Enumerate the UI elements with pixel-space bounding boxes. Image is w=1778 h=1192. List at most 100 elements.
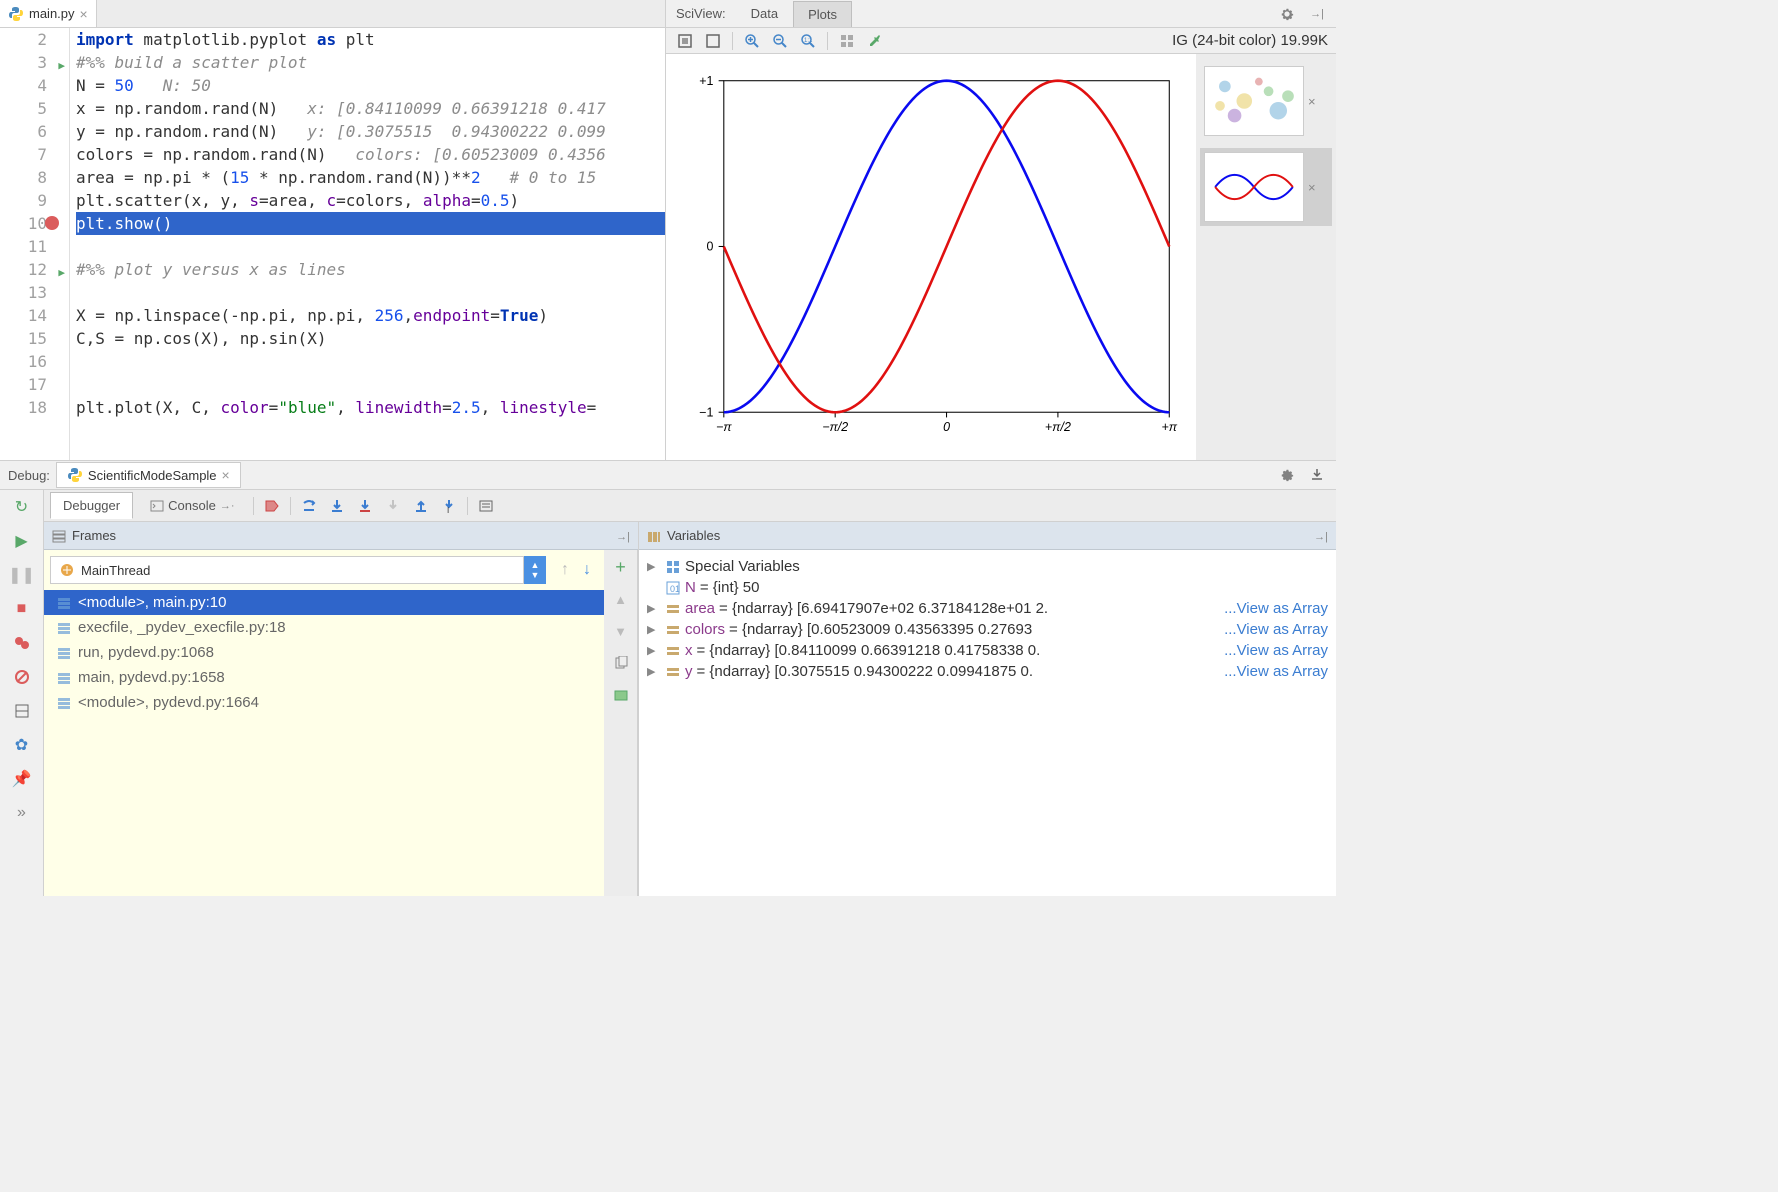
special-variables[interactable]: ▶Special Variables <box>643 556 1332 577</box>
variable-row[interactable]: ▶y = {ndarray} [0.3075515 0.94300222 0.0… <box>643 661 1332 682</box>
svg-text:1:1: 1:1 <box>804 38 813 44</box>
rerun-icon[interactable]: ↻ <box>11 496 33 518</box>
watch-icon[interactable] <box>610 684 632 706</box>
svg-text:+π/2: +π/2 <box>1045 420 1071 434</box>
variable-row[interactable]: ▶x = {ndarray} [0.84110099 0.66391218 0.… <box>643 640 1332 661</box>
python-icon <box>67 467 83 483</box>
step-out-icon[interactable] <box>409 494 433 518</box>
svg-text:I: I <box>447 506 449 514</box>
hide-icon[interactable] <box>1314 528 1328 543</box>
force-step-into-icon[interactable] <box>381 494 405 518</box>
view-as-array-link[interactable]: ...View as Array <box>1224 600 1328 617</box>
debug-sidebar: ↻ ▶ ❚❚ ■ ✿ 📌 » <box>0 490 44 896</box>
svg-text:−π/2: −π/2 <box>822 420 848 434</box>
grid-icon[interactable] <box>836 30 858 52</box>
zoom-reset-icon[interactable]: 1:1 <box>797 30 819 52</box>
thread-dropdown-icon[interactable]: ▲▼ <box>524 556 546 584</box>
stop-icon[interactable]: ■ <box>11 598 33 620</box>
svg-text:0: 0 <box>707 240 714 254</box>
svg-text:01: 01 <box>670 584 680 594</box>
scroll-down-icon[interactable]: ▼ <box>610 620 632 642</box>
variables-panel: Variables ▶Special Variables 01N = {int}… <box>639 522 1336 896</box>
plot-thumb-2[interactable]: × <box>1200 148 1332 226</box>
stack-frame[interactable]: <module>, pydevd.py:1664 <box>44 690 604 715</box>
debug-config-tab[interactable]: ScientificModeSample × <box>56 462 241 488</box>
tab-debugger[interactable]: Debugger <box>50 492 133 519</box>
plot-svg: −π−π/20+π/2+π−10+1 <box>672 60 1190 454</box>
svg-text:0: 0 <box>943 420 950 434</box>
gear-icon[interactable] <box>1276 464 1298 486</box>
variable-row[interactable]: 01N = {int} 50 <box>643 577 1332 598</box>
pause-icon[interactable]: ❚❚ <box>11 564 33 586</box>
stack-frame[interactable]: execfile, _pydev_execfile.py:18 <box>44 615 604 640</box>
file-tab-label: main.py <box>29 6 75 21</box>
copy-icon[interactable] <box>610 652 632 674</box>
frames-icon <box>52 529 66 543</box>
close-icon[interactable]: × <box>222 467 230 483</box>
scroll-up-icon[interactable]: ▲ <box>610 588 632 610</box>
view-as-array-link[interactable]: ...View as Array <box>1224 663 1328 680</box>
mute-breakpoints-icon[interactable] <box>11 666 33 688</box>
pin-icon[interactable]: 📌 <box>11 768 33 790</box>
console-icon <box>150 499 164 513</box>
view-as-array-link[interactable]: ...View as Array <box>1224 642 1328 659</box>
svg-text:+π: +π <box>1161 420 1177 434</box>
tab-console[interactable]: Console →· <box>137 492 247 519</box>
next-frame-icon[interactable]: ↓ <box>576 559 598 581</box>
editor-tab-strip: main.py × <box>0 0 665 28</box>
close-icon[interactable]: × <box>1308 94 1316 109</box>
stack-frame[interactable]: <module>, main.py:10 <box>44 590 604 615</box>
variable-row[interactable]: ▶area = {ndarray} [6.69417907e+02 6.3718… <box>643 598 1332 619</box>
thread-selector[interactable]: MainThread ▲▼ ↑ ↓ <box>50 556 598 584</box>
add-watch-icon[interactable]: + <box>610 556 632 578</box>
sciview-toolbar: 1:1 IG (24-bit color) 19.99K <box>666 28 1336 54</box>
actual-size-icon[interactable] <box>702 30 724 52</box>
tab-data[interactable]: Data <box>736 0 793 27</box>
step-into-icon[interactable] <box>325 494 349 518</box>
hide-icon[interactable] <box>1306 3 1328 25</box>
step-over-icon[interactable] <box>297 494 321 518</box>
stack-frame[interactable]: main, pydevd.py:1658 <box>44 665 604 690</box>
tab-plots[interactable]: Plots <box>793 1 852 27</box>
hide-icon[interactable] <box>616 528 630 543</box>
close-icon[interactable]: × <box>80 6 88 22</box>
frames-panel: Frames MainThread ▲▼ <box>44 522 639 896</box>
zoom-out-icon[interactable] <box>769 30 791 52</box>
variables-title: Variables <box>667 528 720 543</box>
color-picker-icon[interactable] <box>864 30 886 52</box>
editor-pane: main.py × 23▶456789101112▶131415161718 i… <box>0 0 666 460</box>
zoom-in-icon[interactable] <box>741 30 763 52</box>
debug-label: Debug: <box>8 468 50 483</box>
svg-text:+1: +1 <box>699 74 713 88</box>
stack-frame[interactable]: run, pydevd.py:1068 <box>44 640 604 665</box>
file-tab-main[interactable]: main.py × <box>0 0 97 27</box>
variables-icon <box>647 529 661 543</box>
sciview-pane: SciView: Data Plots 1:1 IG (24-bit color… <box>666 0 1336 460</box>
settings-icon[interactable]: ✿ <box>11 734 33 756</box>
fit-window-icon[interactable] <box>674 30 696 52</box>
prev-frame-icon[interactable]: ↑ <box>554 559 576 581</box>
show-execution-point-icon[interactable] <box>260 494 284 518</box>
evaluate-expression-icon[interactable] <box>474 494 498 518</box>
debug-config-name: ScientificModeSample <box>88 468 217 483</box>
run-to-cursor-icon[interactable]: I <box>437 494 461 518</box>
layout-icon[interactable] <box>11 700 33 722</box>
variable-row[interactable]: ▶colors = {ndarray} [0.60523009 0.435633… <box>643 619 1332 640</box>
view-as-array-link[interactable]: ...View as Array <box>1224 621 1328 638</box>
plot-thumbnails: × × <box>1196 54 1336 460</box>
resume-icon[interactable]: ▶ <box>11 530 33 552</box>
debug-header: Debug: ScientificModeSample × <box>0 460 1336 490</box>
sciview-label: SciView: <box>666 6 736 21</box>
debugger-tab-strip: Debugger Console →· I <box>44 490 1336 522</box>
view-breakpoints-icon[interactable] <box>11 632 33 654</box>
plot-thumb-1[interactable]: × <box>1200 62 1332 140</box>
close-icon[interactable]: × <box>1308 180 1316 195</box>
download-icon[interactable] <box>1306 464 1328 486</box>
more-icon[interactable]: » <box>11 802 33 824</box>
step-into-mycode-icon[interactable] <box>353 494 377 518</box>
svg-text:−π: −π <box>716 420 732 434</box>
thread-icon <box>59 562 75 578</box>
code-editor[interactable]: 23▶456789101112▶131415161718 import matp… <box>0 28 665 460</box>
gear-icon[interactable] <box>1276 3 1298 25</box>
plot-view[interactable]: −π−π/20+π/2+π−10+1 <box>666 54 1196 460</box>
